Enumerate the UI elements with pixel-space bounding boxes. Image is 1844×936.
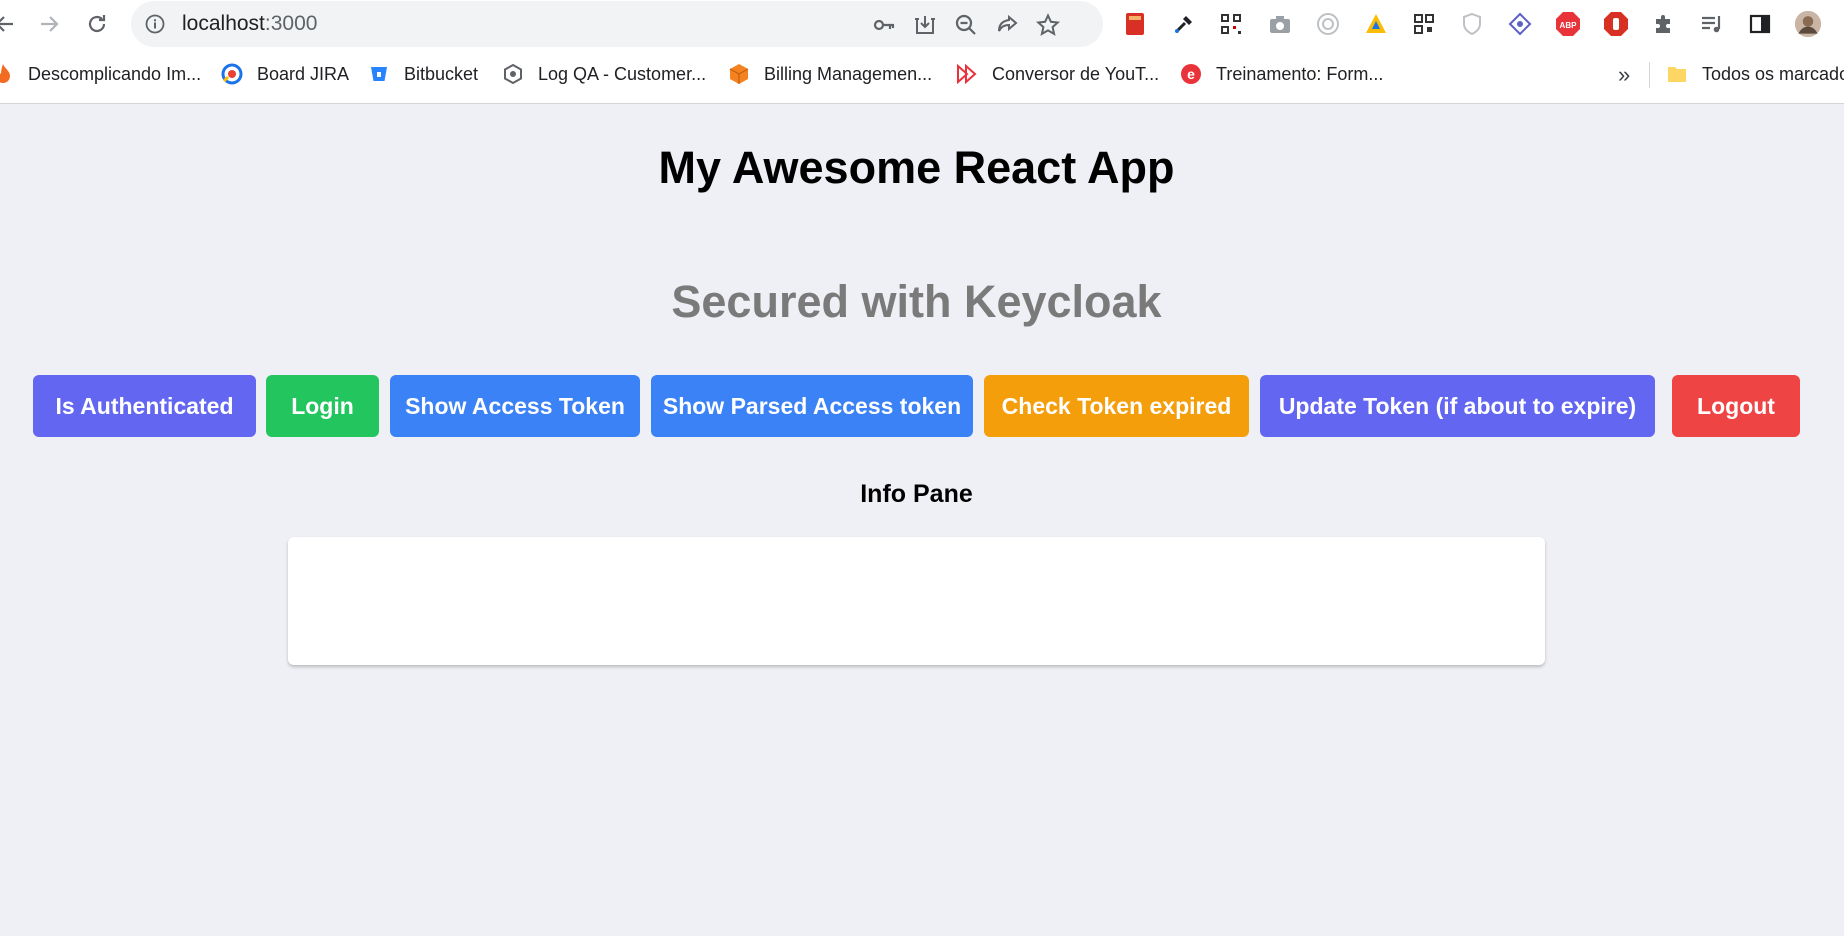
extension-shield-button[interactable] — [1458, 10, 1486, 38]
fire-icon — [0, 63, 14, 85]
page-content: My Awesome React App Secured with Keyclo… — [0, 105, 1844, 936]
site-info-icon[interactable] — [145, 14, 165, 34]
bookmark-item[interactable]: Bitbucket — [368, 59, 478, 89]
key-icon — [873, 19, 895, 31]
e-logo-icon: e — [1180, 63, 1202, 85]
jira-board-icon — [221, 63, 243, 85]
side-panel-icon — [1749, 14, 1771, 34]
install-icon — [915, 16, 935, 34]
extension-qr-scan-button[interactable] — [1410, 10, 1438, 38]
share-icon — [998, 14, 1018, 32]
show-parsed-access-token-button[interactable]: Show Parsed Access token — [651, 375, 973, 437]
star-icon — [1036, 13, 1060, 36]
extension-triangle-button[interactable] — [1362, 10, 1390, 38]
stop-hand-icon — [1604, 12, 1628, 36]
bookmark-item[interactable]: Descomplicando Im... — [0, 59, 201, 89]
password-key-button[interactable] — [871, 12, 897, 38]
bookmark-label: Board JIRA — [257, 63, 350, 84]
extension-adblock-button[interactable]: ABP — [1554, 10, 1582, 38]
playlist-music-icon — [1702, 16, 1721, 33]
adblock-icon: ABP — [1556, 12, 1580, 36]
record-icon — [1317, 13, 1339, 35]
fast-forward-icon — [956, 63, 978, 85]
eyedropper-icon — [1174, 16, 1192, 34]
triangle-logo-icon — [1366, 14, 1386, 33]
url-text[interactable]: localhost:3000 — [182, 12, 317, 36]
zoom-out-icon — [955, 14, 976, 35]
forward-button[interactable] — [34, 9, 64, 39]
extension-stop-button[interactable] — [1602, 10, 1630, 38]
qr-scan-icon — [1414, 14, 1434, 34]
bookmark-label: Billing Managemen... — [764, 63, 933, 84]
bookmarks-bar: Descomplicando Im... Board JIRA Bitbucke… — [0, 48, 1844, 104]
reload-button[interactable] — [82, 9, 112, 39]
extension-record-button[interactable] — [1314, 10, 1342, 38]
side-panel-button[interactable] — [1746, 10, 1774, 38]
bookmark-item[interactable]: Log QA - Customer... — [502, 59, 706, 89]
info-pane — [288, 537, 1545, 665]
profile-avatar-button[interactable] — [1794, 10, 1822, 38]
update-token-button[interactable]: Update Token (if about to expire) — [1260, 375, 1655, 437]
page-title: My Awesome React App — [658, 142, 1175, 193]
extension-camera-button[interactable] — [1266, 10, 1294, 38]
orange-cube-icon — [728, 63, 750, 85]
bitbucket-icon — [368, 63, 390, 85]
back-button[interactable] — [0, 9, 20, 39]
back-arrow-icon — [0, 16, 13, 32]
address-bar[interactable]: localhost:3000 — [131, 1, 1103, 47]
bookmark-label: Todos os marcado — [1702, 63, 1844, 84]
extension-qr-button[interactable] — [1217, 10, 1245, 38]
logout-button[interactable]: Logout — [1672, 375, 1800, 437]
zoom-button[interactable] — [953, 12, 979, 38]
share-button[interactable] — [994, 12, 1020, 38]
bookmarks-divider — [1649, 62, 1650, 88]
browser-toolbar: localhost:3000 ABP — [0, 0, 1844, 48]
bookmark-item[interactable]: Billing Managemen... — [728, 59, 932, 89]
bookmark-label: Conversor de YouT... — [992, 63, 1160, 84]
hexagon-icon — [502, 63, 524, 85]
qr-code-icon — [1221, 14, 1241, 34]
diamond-target-icon — [1508, 12, 1532, 36]
bookmarks-overflow-button[interactable]: » — [1618, 62, 1630, 88]
check-token-expired-button[interactable]: Check Token expired — [984, 375, 1249, 437]
svg-text:e: e — [1187, 66, 1195, 82]
page-subtitle: Secured with Keycloak — [671, 276, 1162, 327]
extension-book-button[interactable] — [1121, 10, 1149, 38]
bookmark-label: Log QA - Customer... — [538, 63, 707, 84]
bookmark-star-button[interactable] — [1035, 12, 1061, 38]
bookmark-item[interactable]: e Treinamento: Form... — [1180, 59, 1383, 89]
bookmark-item[interactable]: Conversor de YouT... — [956, 59, 1159, 89]
show-access-token-button[interactable]: Show Access Token — [390, 375, 640, 437]
extension-eyedropper-button[interactable] — [1170, 10, 1198, 38]
all-bookmarks-folder[interactable]: Todos os marcado — [1666, 59, 1844, 89]
puzzle-icon — [1656, 15, 1670, 33]
bookmark-item[interactable]: Board JIRA — [221, 59, 349, 89]
media-control-button[interactable] — [1698, 10, 1726, 38]
forward-arrow-icon — [41, 16, 59, 32]
url-port: :3000 — [264, 12, 318, 35]
url-host: localhost — [182, 12, 265, 35]
bookmark-label: Descomplicando Im... — [28, 63, 202, 84]
login-button[interactable]: Login — [266, 375, 379, 437]
bookmark-label: Treinamento: Form... — [1216, 63, 1384, 84]
extension-target-button[interactable] — [1506, 10, 1534, 38]
svg-text:ABP: ABP — [1560, 21, 1578, 30]
info-pane-heading: Info Pane — [860, 480, 973, 508]
reload-icon — [88, 15, 106, 33]
install-app-button[interactable] — [912, 12, 938, 38]
camera-icon — [1270, 16, 1290, 33]
extensions-menu-button[interactable] — [1650, 10, 1678, 38]
bookmark-label: Bitbucket — [404, 63, 479, 84]
red-book-icon — [1126, 13, 1144, 35]
shield-icon — [1463, 12, 1481, 36]
is-authenticated-button[interactable]: Is Authenticated — [33, 375, 256, 437]
avatar — [1794, 10, 1822, 38]
folder-icon — [1666, 63, 1688, 85]
